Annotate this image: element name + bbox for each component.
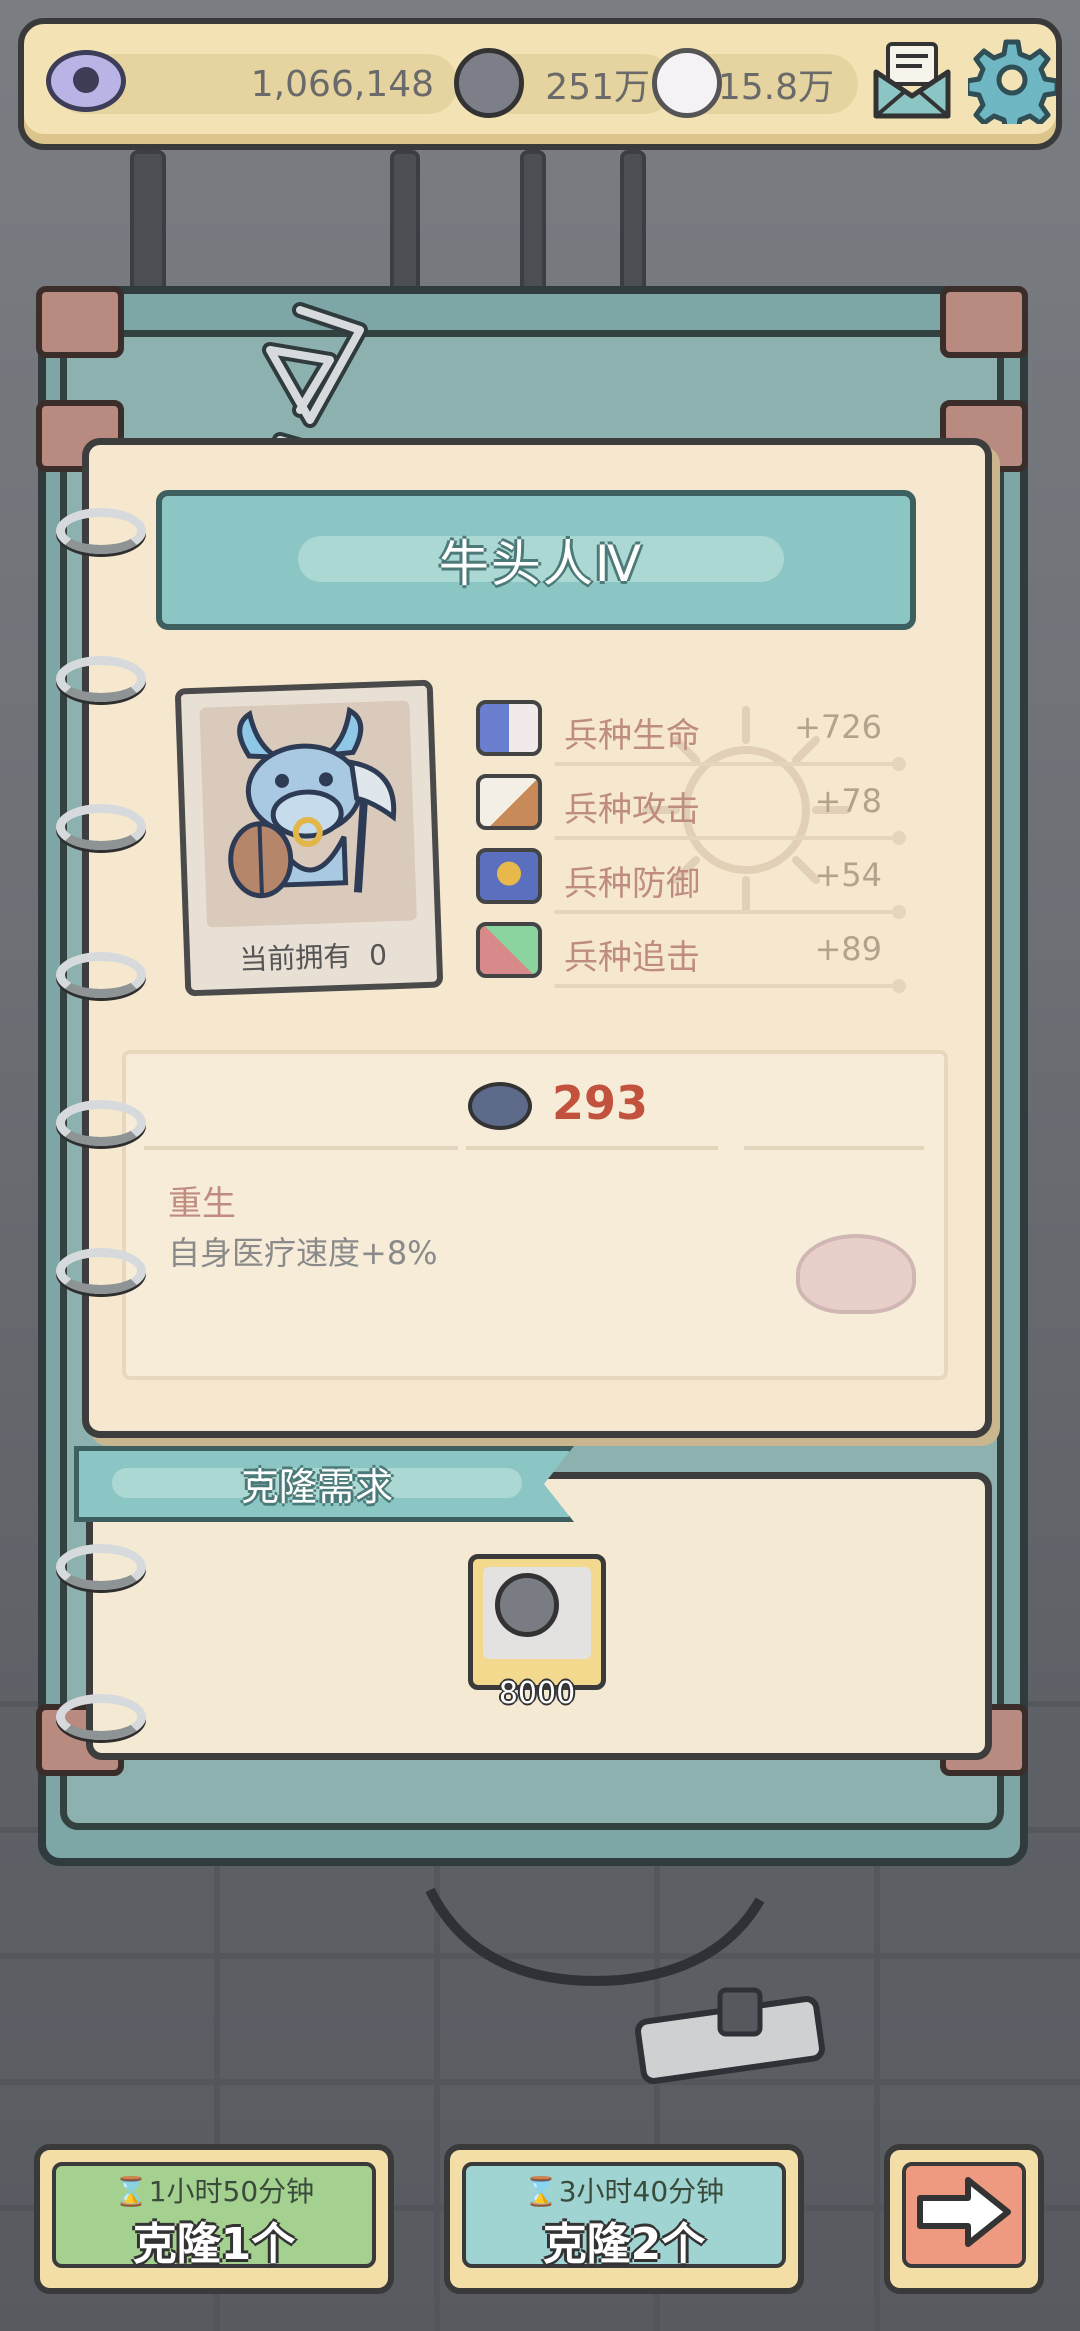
binder-ring <box>56 804 146 850</box>
stat-name: 兵种攻击 <box>564 790 700 830</box>
hourglass-icon: ⌛ <box>523 2175 559 2208</box>
owned-value: 0 <box>368 938 388 972</box>
stat-value: +54 <box>814 856 882 894</box>
stat-value: +726 <box>794 708 882 746</box>
binder-corner <box>36 286 124 358</box>
power-strip-icon <box>425 1887 826 2084</box>
eye-count: 1,066,148 <box>250 63 434 105</box>
stat-value: +78 <box>814 782 882 820</box>
binder-ring <box>56 508 146 554</box>
hourglass-icon: ⌛ <box>113 2175 149 2208</box>
next-button[interactable] <box>884 2144 1044 2294</box>
unit-card[interactable]: 当前拥有 0 <box>174 679 444 997</box>
unit-name: 牛头人Ⅳ <box>438 535 644 593</box>
clone-one-time: ⌛1小时50分钟 <box>40 2170 388 2210</box>
stat-divider <box>554 979 906 993</box>
skill-description: 自身医疗速度+8% <box>168 1234 438 1272</box>
stat-name: 兵种追击 <box>564 938 700 978</box>
clone-two-label: 克隆2个 <box>542 2219 706 2270</box>
health-pill-icon <box>476 700 542 756</box>
binder-ring <box>56 1248 146 1294</box>
monster-icon <box>796 1234 916 1314</box>
gear-icon[interactable] <box>964 36 1060 135</box>
minotaur-icon <box>228 706 397 899</box>
clone-one-label: 克隆1个 <box>132 2219 296 2270</box>
binder-ring <box>56 656 146 702</box>
eye-icon <box>46 50 126 112</box>
binder-ring <box>56 1544 146 1590</box>
binder-ring <box>56 952 146 998</box>
soul-icon <box>454 48 524 118</box>
skill-divider <box>744 1146 924 1150</box>
stat-divider <box>554 831 906 845</box>
sword-icon <box>476 774 542 830</box>
soul-count: 251万 <box>545 67 650 108</box>
clone-two-button[interactable]: ⌛3小时40分钟 克隆2个 <box>444 2144 804 2294</box>
requirement-amount: 8000 <box>498 1676 576 1711</box>
stat-value: +89 <box>814 930 882 968</box>
stat-name: 兵种防御 <box>564 864 700 904</box>
clone-two-time-text: 3小时40分钟 <box>558 2175 725 2208</box>
stat-name: 兵种生命 <box>564 716 700 756</box>
binder-corner <box>940 286 1028 358</box>
skill-cost-value: 293 <box>552 1076 649 1130</box>
owned-count: 当前拥有 0 <box>189 932 436 981</box>
binder-ring <box>56 1694 146 1740</box>
clone-requirement-title: 克隆需求 <box>240 1465 393 1509</box>
stat-row-health: 兵种生命 +726 <box>476 700 906 771</box>
unit-portrait <box>199 700 417 928</box>
ghost-icon <box>652 48 722 118</box>
skill-divider <box>466 1146 718 1150</box>
pursuit-icon <box>476 922 542 978</box>
resource-bar: 1,066,148 251万 15.8万 <box>18 18 1062 150</box>
binder-ring <box>56 1100 146 1146</box>
skill-divider <box>144 1146 458 1150</box>
clone-one-button[interactable]: ⌛1小时50分钟 克隆1个 <box>34 2144 394 2294</box>
owned-label: 当前拥有 <box>238 939 352 977</box>
ghost-count: 15.8万 <box>717 67 834 108</box>
stat-divider <box>554 905 906 919</box>
skill-name: 重生 <box>168 1184 236 1224</box>
stat-row-defense: 兵种防御 +54 <box>476 848 906 919</box>
stat-divider <box>554 757 906 771</box>
stat-row-pursuit: 兵种追击 +89 <box>476 922 906 993</box>
shield-icon <box>476 848 542 904</box>
arrow-right-icon <box>917 2177 1011 2247</box>
clone-one-time-text: 1小时50分钟 <box>148 2175 315 2208</box>
stat-row-attack: 兵种攻击 +78 <box>476 774 906 845</box>
mail-icon[interactable] <box>870 38 954 122</box>
skill-cost: 293 <box>470 1076 670 1136</box>
requirement-item[interactable] <box>468 1554 606 1690</box>
soul-icon <box>495 1573 559 1637</box>
clone-two-time: ⌛3小时40分钟 <box>450 2170 798 2210</box>
